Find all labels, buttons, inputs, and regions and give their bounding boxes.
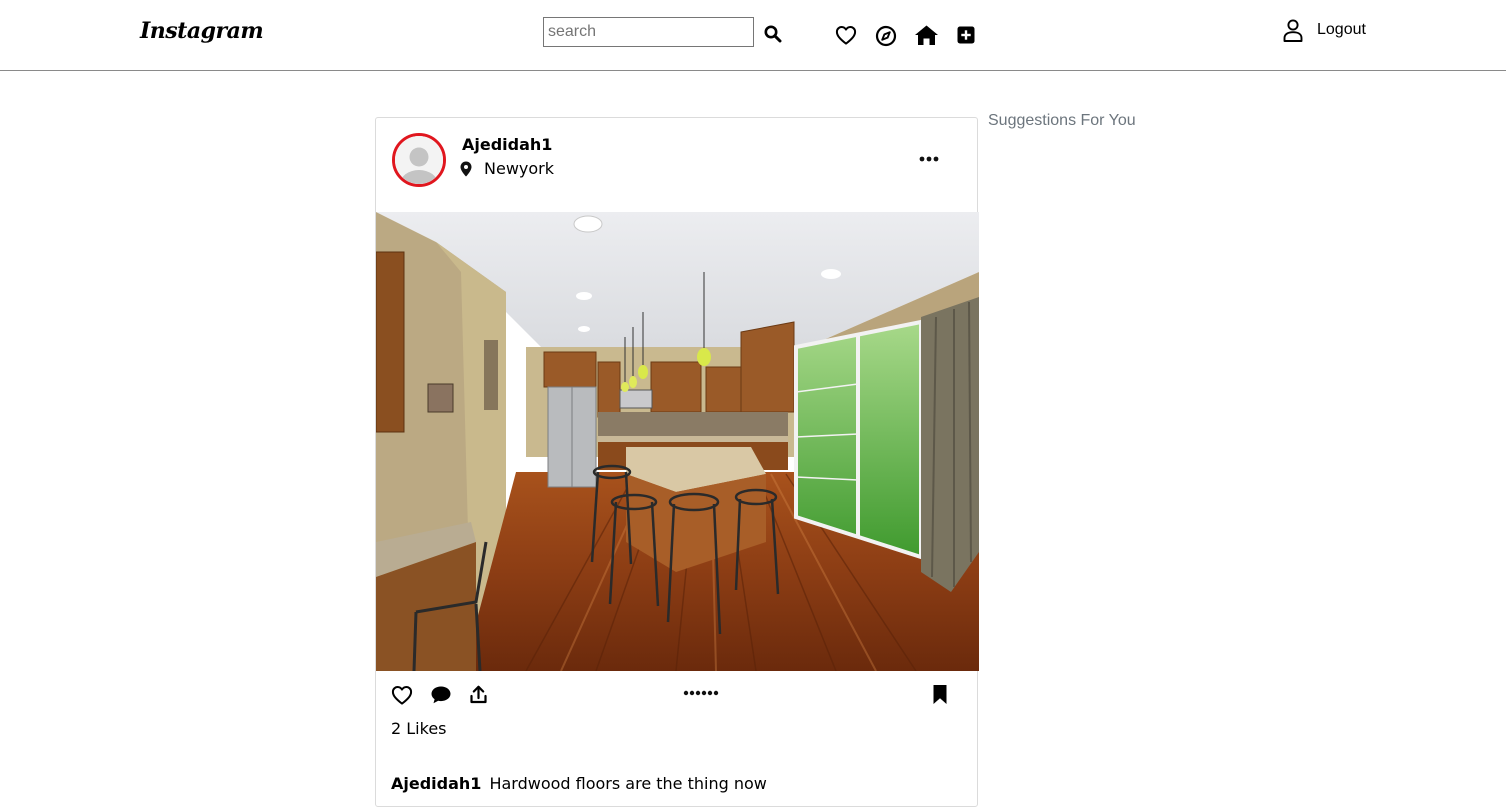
location-label: Newyork	[484, 159, 554, 178]
carousel-dots-indicator	[683, 690, 719, 696]
default-avatar-icon	[395, 136, 443, 184]
post-location: Newyork	[460, 159, 554, 178]
post-username[interactable]: Ajedidah1	[462, 135, 552, 154]
like-icon[interactable]	[391, 685, 413, 705]
post-caption: Ajedidah1 Hardwood floors are the thing n…	[391, 774, 767, 793]
home-icon[interactable]	[914, 24, 939, 46]
user-icon	[1283, 18, 1303, 42]
compass-icon[interactable]	[875, 25, 897, 47]
caption-username[interactable]: Ajedidah1	[391, 774, 481, 793]
bookmark-icon[interactable]	[932, 684, 948, 705]
logout-button[interactable]: Logout	[1283, 17, 1366, 43]
more-options-icon[interactable]	[919, 156, 939, 162]
plus-square-icon[interactable]	[957, 26, 975, 44]
search-icon[interactable]	[764, 25, 782, 43]
post-card: Ajedidah1 Newyork 2 Likes Ajedidah1 Hard…	[375, 117, 979, 807]
share-icon[interactable]	[470, 685, 487, 704]
map-pin-icon	[460, 161, 472, 176]
top-navbar: Instagram Logout	[0, 0, 1506, 71]
search-input[interactable]	[543, 17, 754, 47]
post-image[interactable]	[376, 212, 979, 671]
logout-label: Logout	[1317, 21, 1366, 38]
caption-text: Hardwood floors are the thing now	[489, 774, 767, 793]
comment-icon[interactable]	[430, 685, 452, 705]
avatar[interactable]	[392, 133, 446, 187]
heart-icon[interactable]	[835, 25, 857, 45]
suggestions-title: Suggestions For You	[988, 112, 1136, 129]
instagram-logo[interactable]: Instagram	[140, 18, 264, 44]
likes-count[interactable]: 2 Likes	[391, 719, 447, 738]
